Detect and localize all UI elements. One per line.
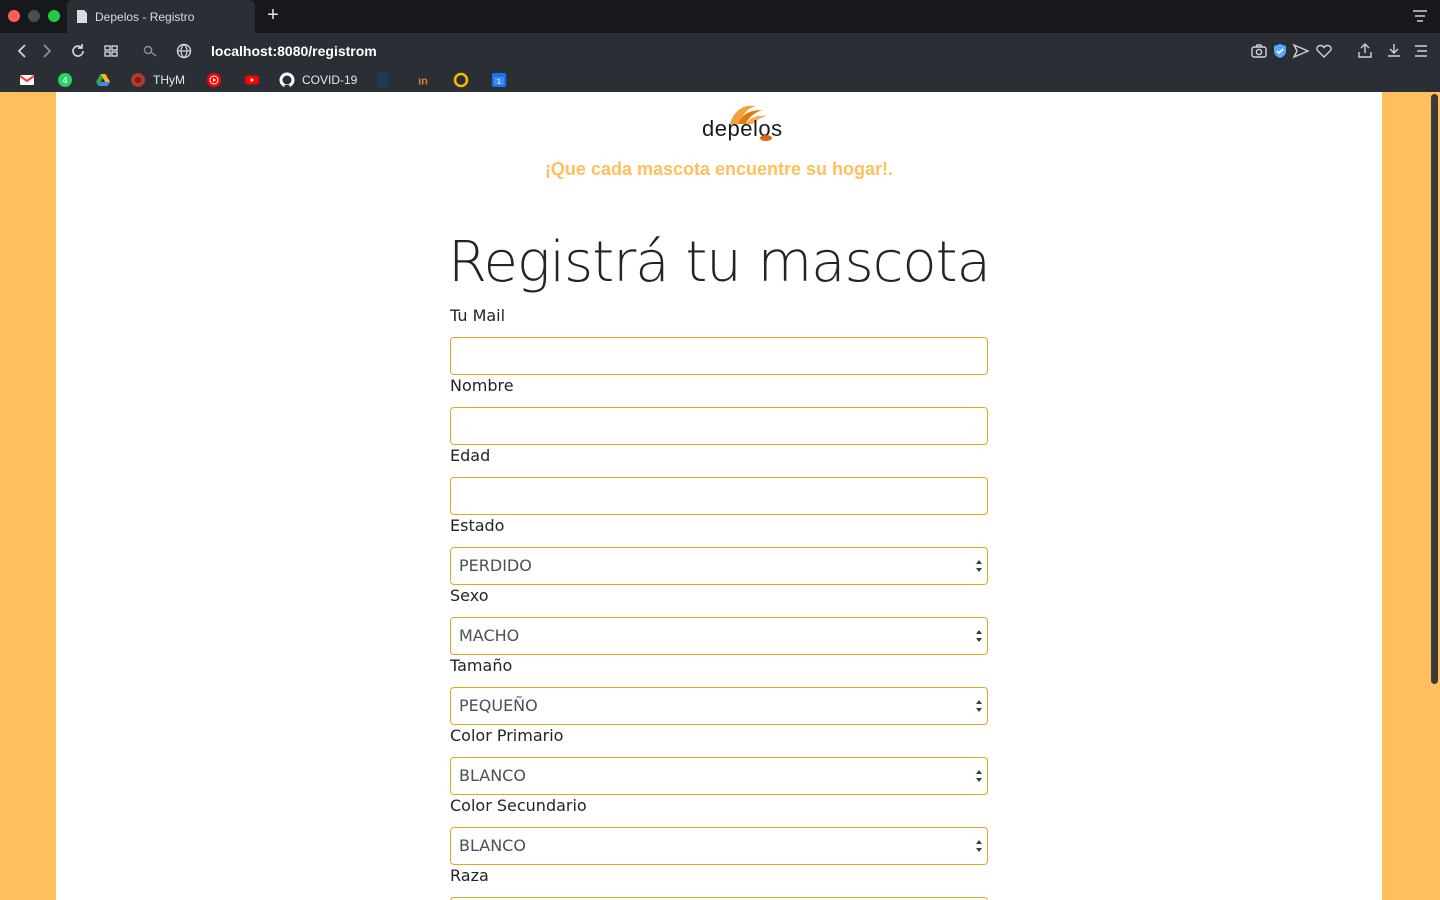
youtube-music-icon: [207, 73, 221, 87]
mail-input[interactable]: [450, 337, 988, 375]
mail-label: Tu Mail: [450, 306, 506, 325]
field-edad: Edad: [450, 446, 990, 516]
in-icon: ın: [418, 76, 428, 88]
nombre-label: Nombre: [450, 376, 514, 395]
bookmark-dark-icon: [378, 73, 388, 87]
select-arrows-icon: [976, 560, 982, 572]
menu-icon[interactable]: [1411, 41, 1431, 61]
ring-icon: [453, 72, 469, 88]
page-title: Registrá tu mascota: [448, 230, 991, 295]
svg-text:ın: ın: [418, 76, 428, 88]
sexo-select-value: MACHO: [459, 626, 520, 645]
raza-label: Raza: [450, 866, 489, 885]
camera-icon[interactable]: [1249, 41, 1269, 61]
tab-list-icon[interactable]: [1412, 9, 1428, 23]
color-primario-label: Color Primario: [450, 726, 564, 745]
color-secundario-select[interactable]: BLANCO: [450, 827, 988, 865]
field-raza: Raza: [450, 866, 990, 900]
field-tamano: Tamaño PEQUEÑO: [450, 656, 990, 726]
maximize-window-button[interactable]: [48, 10, 60, 22]
shield-icon[interactable]: [1270, 41, 1290, 61]
github-icon: [279, 72, 295, 88]
google-drive-icon: [96, 74, 110, 86]
bookmark-covid[interactable]: COVID-19: [279, 72, 357, 88]
sexo-select[interactable]: MACHO: [450, 617, 988, 655]
share-icon[interactable]: [1355, 41, 1375, 61]
tagline: ¡Que cada mascota encuentre su hogar!.: [544, 159, 894, 179]
send-icon[interactable]: [1291, 41, 1311, 61]
estado-select[interactable]: PERDIDO: [450, 547, 988, 585]
bookmark-thym[interactable]: THyM: [130, 72, 185, 88]
nombre-input[interactable]: [450, 407, 988, 445]
tab-grid-icon[interactable]: [101, 41, 121, 61]
bookmark-in[interactable]: ın: [415, 72, 431, 88]
svg-text:4: 4: [62, 77, 68, 87]
page-viewport: depelos ¡Que cada mascota encuentre su h…: [0, 92, 1440, 900]
color-secundario-select-value: BLANCO: [459, 836, 526, 855]
bookmark-youtube-music[interactable]: [206, 72, 222, 88]
browser-navbar: localhost:8080/registrom: [0, 33, 1440, 68]
gmail-icon: [19, 75, 35, 85]
page-content: depelos ¡Que cada mascota encuentre su h…: [56, 92, 1382, 900]
field-mail: Tu Mail: [450, 306, 990, 376]
page-scrollbar[interactable]: [1428, 92, 1440, 900]
register-pet-form: Tu Mail Nombre Edad Estado PERDIDO Sexo …: [450, 306, 990, 900]
tamano-select-value: PEQUEÑO: [459, 696, 538, 715]
color-primario-select-value: BLANCO: [459, 766, 526, 785]
svg-text:1: 1: [497, 78, 501, 86]
download-icon[interactable]: [1384, 41, 1404, 61]
tab-title: Depelos - Registro: [95, 9, 195, 24]
new-tab-button[interactable]: +: [262, 4, 284, 26]
sexo-label: Sexo: [450, 586, 489, 605]
bookmark-youtube[interactable]: [244, 72, 260, 88]
field-color-primario: Color Primario BLANCO: [450, 726, 990, 796]
estado-select-value: PERDIDO: [459, 556, 532, 575]
field-sexo: Sexo MACHO: [450, 586, 990, 656]
globe-icon: [176, 43, 192, 59]
edad-input[interactable]: [450, 477, 988, 515]
logo-dot-icon: [760, 135, 772, 141]
select-arrows-icon: [976, 770, 982, 782]
scrollbar-thumb[interactable]: [1431, 94, 1438, 684]
back-icon[interactable]: [12, 41, 32, 61]
bookmark-ring[interactable]: [453, 72, 469, 88]
select-arrows-icon: [976, 700, 982, 712]
color-secundario-label: Color Secundario: [450, 796, 587, 815]
close-window-button[interactable]: [8, 10, 20, 22]
bookmark-gmail[interactable]: [19, 72, 35, 88]
bookmark-calendar[interactable]: 1: [491, 72, 507, 88]
bookmarks-bar: 4 THyM COVID-19 ın 1: [0, 68, 1440, 92]
field-color-secundario: Color Secundario BLANCO: [450, 796, 990, 866]
select-arrows-icon: [976, 630, 982, 642]
bookmark-whatsapp[interactable]: 4: [57, 72, 73, 88]
estado-label: Estado: [450, 516, 505, 535]
tamano-label: Tamaño: [450, 656, 513, 675]
whatsapp-icon: 4: [58, 73, 72, 87]
field-estado: Estado PERDIDO: [450, 516, 990, 586]
color-primario-select[interactable]: BLANCO: [450, 757, 988, 795]
depelos-logo[interactable]: depelos: [700, 102, 784, 142]
browser-titlebar: Depelos - Registro +: [0, 0, 1440, 33]
tamano-select[interactable]: PEQUEÑO: [450, 687, 988, 725]
bookmark-drive[interactable]: [95, 72, 111, 88]
thym-icon: [131, 73, 145, 87]
bookmark-label: COVID-19: [302, 73, 358, 87]
browser-tab-active[interactable]: Depelos - Registro: [67, 0, 255, 33]
select-arrows-icon: [976, 840, 982, 852]
address-bar-url[interactable]: localhost:8080/registrom: [211, 41, 377, 61]
document-icon: [77, 10, 87, 23]
bookmark-label: THyM: [153, 73, 185, 87]
bookmark-dark[interactable]: [375, 72, 391, 88]
field-nombre: Nombre: [450, 376, 990, 446]
heart-icon[interactable]: [1314, 41, 1334, 61]
key-icon[interactable]: [140, 41, 160, 61]
forward-icon[interactable]: [37, 41, 57, 61]
minimize-window-button[interactable]: [28, 10, 40, 22]
calendar-icon: 1: [492, 73, 506, 87]
edad-label: Edad: [450, 446, 491, 465]
reload-icon[interactable]: [68, 41, 88, 61]
youtube-icon: [245, 75, 259, 85]
